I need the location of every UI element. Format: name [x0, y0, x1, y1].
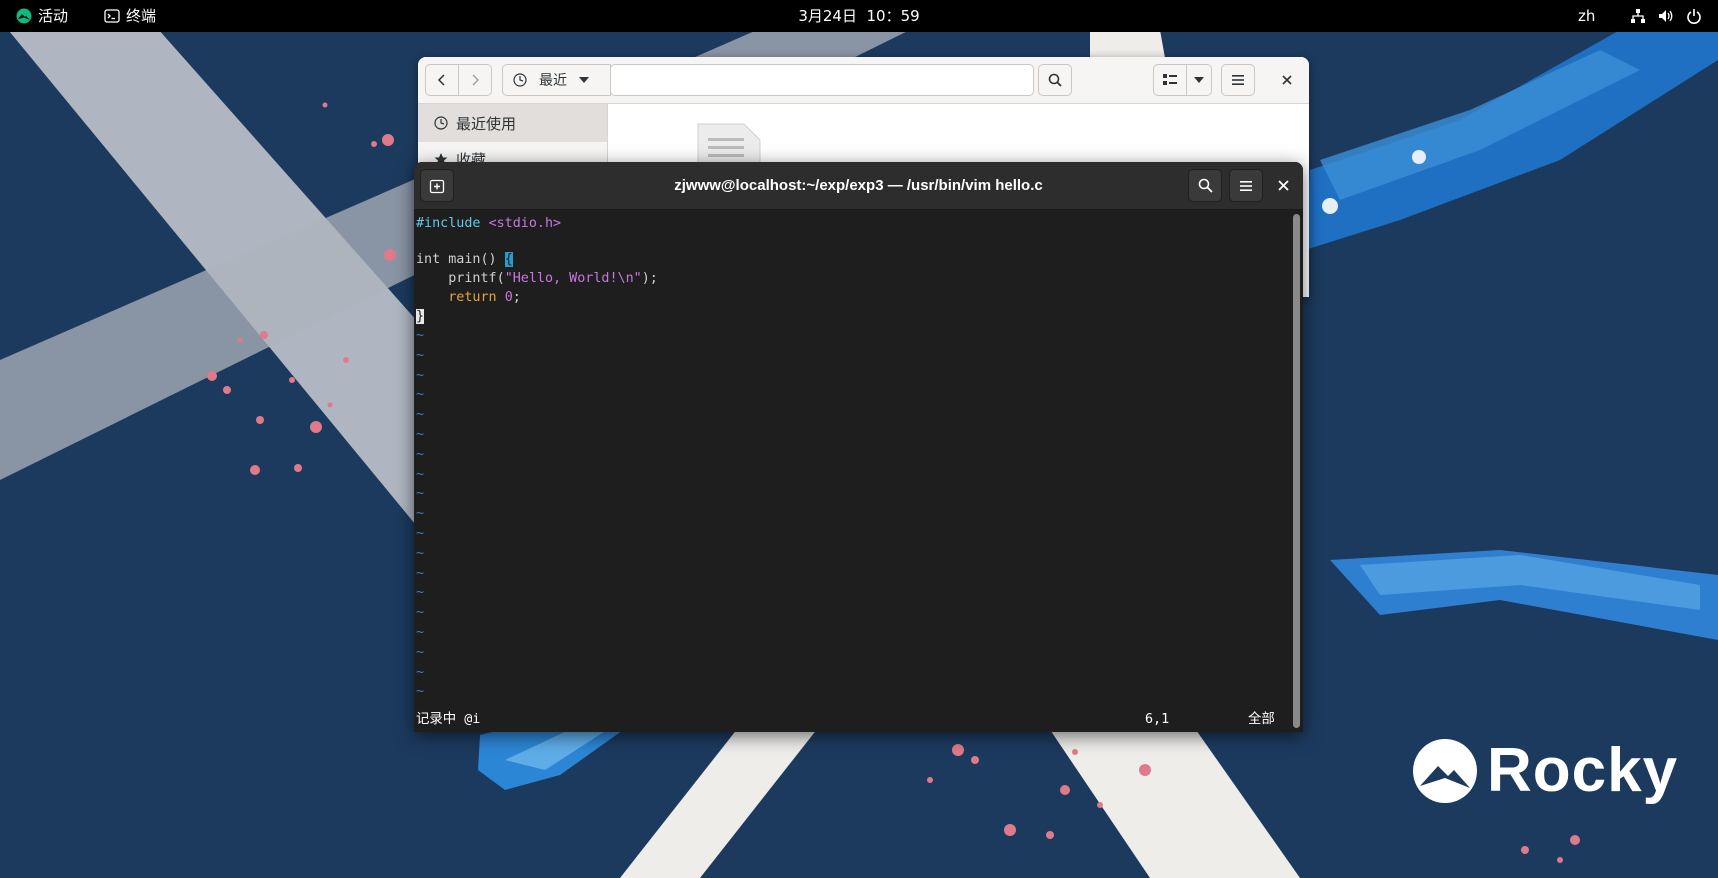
- view-options-button[interactable]: [1186, 64, 1212, 96]
- code-line-6: }: [416, 307, 425, 327]
- clock-icon: [513, 73, 527, 87]
- empty-line-marker: ~: [416, 644, 425, 660]
- empty-line-marker: ~: [416, 466, 425, 482]
- empty-line-marker: ~: [416, 347, 425, 363]
- terminal-scrollbar[interactable]: [1293, 214, 1300, 728]
- empty-line-marker: ~: [416, 585, 425, 601]
- text-cursor: }: [416, 309, 425, 324]
- network-icon: [1631, 9, 1645, 23]
- language-label: zh: [1578, 7, 1596, 25]
- chevron-left-icon: [437, 74, 445, 86]
- vim-mode-indicator: 记录中 @i: [416, 712, 481, 727]
- new-tab-button[interactable]: [420, 169, 454, 202]
- scroll-position: 全部: [1248, 712, 1275, 727]
- search-button[interactable]: [1038, 64, 1072, 96]
- power-icon: [1687, 9, 1701, 24]
- app-menu-label: 终端: [126, 7, 157, 25]
- location-dropdown[interactable]: 最近: [502, 64, 611, 96]
- empty-line-marker: ~: [416, 545, 425, 561]
- empty-line-marker: ~: [416, 526, 425, 541]
- empty-line-marker: ~: [416, 367, 425, 383]
- top-bar: 活动 终端 3月24日 10：59 zh: [0, 0, 1718, 32]
- view-mode-button[interactable]: [1153, 64, 1187, 96]
- code-line-4: printf("Hello, World!\n");: [448, 271, 658, 286]
- empty-line-marker: ~: [416, 565, 425, 581]
- search-icon: [1048, 73, 1062, 87]
- empty-line-marker: ~: [416, 387, 425, 403]
- terminal-menu-button[interactable]: [1229, 169, 1263, 202]
- new-tab-icon: [429, 179, 445, 193]
- location-label: 最近: [539, 73, 567, 89]
- terminal-content[interactable]: #include <stdio.h> int main() { printf("…: [414, 210, 1290, 732]
- list-view-icon: [1163, 74, 1177, 85]
- empty-line-marker: ~: [416, 486, 425, 502]
- dropdown-arrow-icon: [579, 77, 589, 83]
- empty-line-marker: ~: [416, 446, 425, 462]
- clock-icon: [434, 116, 448, 130]
- vim-status-line: 记录中 @i 6,1 全部: [416, 710, 1286, 730]
- code-line-3: int main() {: [416, 252, 513, 267]
- language-indicator[interactable]: zh: [1578, 0, 1595, 32]
- empty-line-marker: ~: [416, 427, 425, 442]
- sidebar-item-recent[interactable]: 最近使用: [418, 104, 607, 142]
- sidebar-item-label: 最近使用: [456, 114, 517, 133]
- clock-area: 3月24日 10：59: [0, 0, 1718, 32]
- chevron-down-icon: [1194, 77, 1204, 83]
- empty-line-marker: ~: [416, 684, 425, 700]
- terminal-window[interactable]: zjwww@localhost:~/exp/exp3 — /usr/bin/vi…: [414, 162, 1303, 732]
- clock-button[interactable]: 3月24日 10：59: [798, 0, 919, 32]
- code-line-1: #include <stdio.h>: [416, 216, 562, 231]
- empty-line-marker: ~: [416, 664, 425, 680]
- rocky-logo: Rocky: [1412, 736, 1692, 806]
- app-menu-button[interactable]: 终端: [104, 0, 156, 32]
- back-button[interactable]: [425, 64, 459, 96]
- chevron-right-icon: [472, 74, 480, 86]
- empty-line-marker: ~: [416, 625, 425, 640]
- cursor-position: 6,1: [1145, 712, 1170, 727]
- activities-button[interactable]: 活动: [16, 0, 68, 32]
- close-icon: [1282, 75, 1292, 85]
- close-icon: [1277, 180, 1289, 191]
- main-menu-button[interactable]: [1221, 64, 1255, 96]
- hamburger-icon: [1232, 75, 1244, 85]
- terminal-header: zjwww@localhost:~/exp/exp3 — /usr/bin/vi…: [414, 162, 1303, 210]
- rocky-wordmark: Rocky: [1487, 736, 1679, 805]
- file-manager-header: 最近: [418, 57, 1309, 104]
- rocky-logo-icon: [1413, 739, 1477, 803]
- forward-button[interactable]: [458, 64, 492, 96]
- location-bar[interactable]: [610, 64, 1034, 96]
- rocky-activities-icon: [16, 8, 32, 24]
- system-tray[interactable]: [1630, 0, 1702, 32]
- volume-icon: [1659, 10, 1673, 22]
- empty-line-marker: ~: [416, 506, 425, 522]
- code-line-5: return 0;: [448, 290, 521, 305]
- empty-line-marker: ~: [416, 328, 425, 343]
- close-button[interactable]: [1271, 64, 1303, 96]
- terminal-icon: [104, 9, 120, 23]
- terminal-title: zjwww@localhost:~/exp/exp3 — /usr/bin/vi…: [674, 177, 1043, 194]
- terminal-close-button[interactable]: [1266, 169, 1300, 202]
- matching-brace: {: [504, 252, 513, 267]
- empty-line-marker: ~: [416, 407, 425, 423]
- activities-label: 活动: [38, 7, 69, 25]
- terminal-search-button[interactable]: [1188, 169, 1222, 202]
- hamburger-icon: [1240, 180, 1252, 191]
- empty-line-marker: ~: [416, 605, 425, 621]
- search-icon: [1198, 178, 1213, 193]
